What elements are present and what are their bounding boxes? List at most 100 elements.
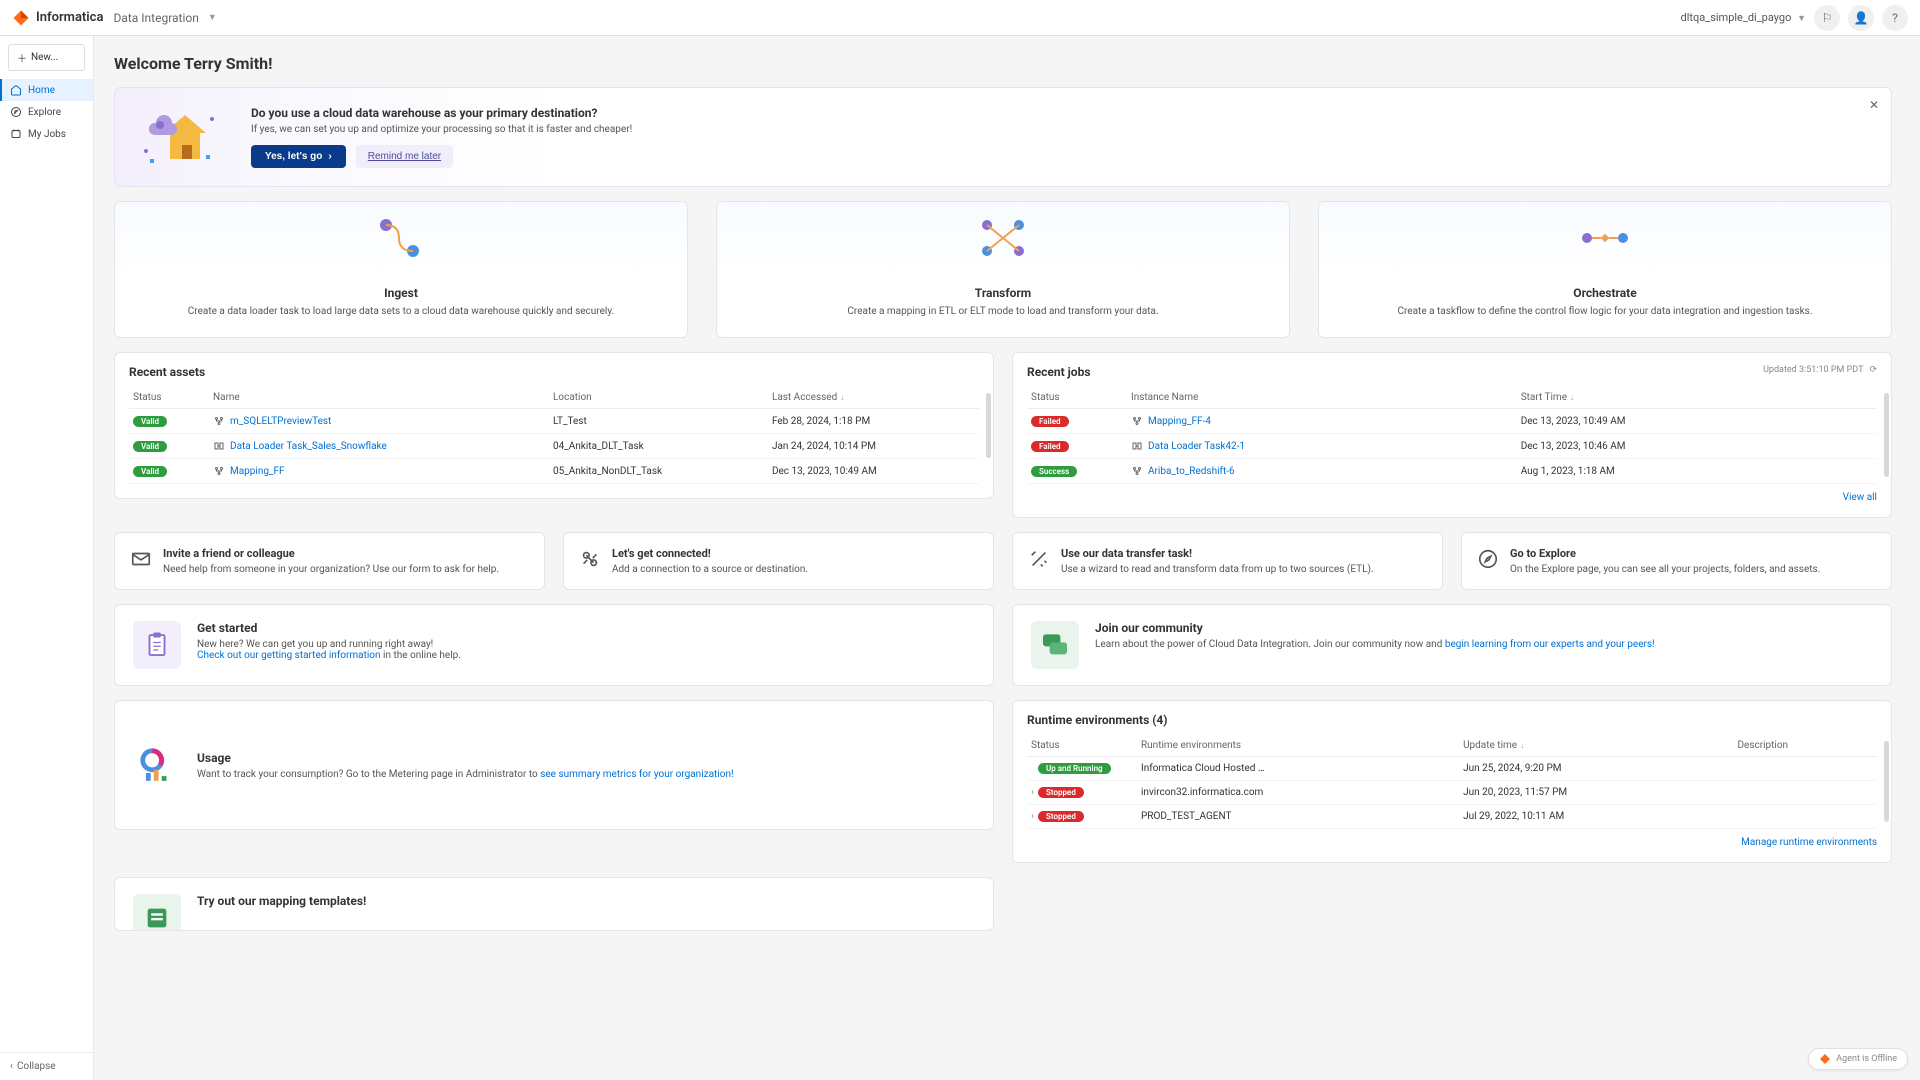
panel-title: Recent jobs [1027,365,1877,379]
accessed-cell: Jan 24, 2024, 10:14 PM [768,434,979,459]
scrollbar[interactable] [986,393,991,458]
chevron-down-icon: ▼ [208,12,217,23]
card-invite[interactable]: Invite a friend or colleagueNeed help fr… [114,532,545,590]
expand-icon[interactable]: › [1031,787,1034,798]
status-badge: Valid [133,441,167,452]
asset-link[interactable]: Data Loader Task_Sales_Snowflake [230,441,387,452]
status-badge: Valid [133,416,167,427]
card-explore[interactable]: Go to ExploreOn the Explore page, you ca… [1461,532,1892,590]
table-row[interactable]: ›Up and RunningInformatica Cloud Hosted … [1027,757,1877,781]
expand-icon[interactable]: › [1031,811,1034,822]
scrollbar[interactable] [1884,393,1889,477]
env-cell: invircon32.informatica.com [1137,781,1459,805]
table-row[interactable]: SuccessAriba_to_Redshift-6Aug 1, 2023, 1… [1027,459,1877,484]
env-cell: PROD_TEST_AGENT [1137,805,1459,829]
col-location[interactable]: Location [549,387,768,409]
recent-assets-panel: Recent assets Status Name Location Last … [114,352,994,499]
col-env[interactable]: Runtime environments [1137,735,1459,757]
agent-status-pill[interactable]: Agent is Offline [1808,1048,1908,1070]
chevron-down-icon: ▼ [1797,14,1806,24]
col-name[interactable]: Name [209,387,549,409]
recent-jobs-table: Status Instance Name Start Time↓ FailedM… [1027,387,1877,484]
panel-title: Runtime environments (4) [1027,713,1877,727]
asset-link[interactable]: Mapping_FF [230,466,285,477]
new-button[interactable]: ＋New... [8,44,85,71]
recent-jobs-panel: Recent jobs Updated 3:51:10 PM PDT⟳ Stat… [1012,352,1892,518]
table-row[interactable]: ›StoppedPROD_TEST_AGENTJul 29, 2022, 10:… [1027,805,1877,829]
col-accessed[interactable]: Last Accessed↓ [768,387,979,409]
desc-cell [1733,757,1877,781]
card-title: Get started [197,621,975,635]
sidebar-item-myjobs[interactable]: My Jobs [0,123,93,145]
job-link[interactable]: Mapping_FF-4 [1148,416,1211,427]
asset-link[interactable]: m_SQLELTPreviewTest [230,416,331,427]
col-desc[interactable]: Description [1733,735,1877,757]
updated-cell: Jul 29, 2022, 10:11 AM [1459,805,1733,829]
tile-transform[interactable]: Transform Create a mapping in ETL or ELT… [716,201,1290,338]
sidebar-item-label: Explore [28,107,61,118]
card-title: Go to Explore [1510,547,1877,560]
chevron-right-icon: › [328,151,331,162]
col-status[interactable]: Status [1027,735,1137,757]
close-icon[interactable]: ✕ [1869,98,1879,112]
job-link[interactable]: Ariba_to_Redshift-6 [1148,466,1235,477]
app-name[interactable]: Data Integration [113,11,198,25]
sidebar-item-label: My Jobs [28,129,66,140]
user-icon[interactable]: 👤 [1848,5,1874,31]
table-row[interactable]: Validm_SQLELTPreviewTestLT_TestFeb 28, 2… [129,409,979,434]
table-row[interactable]: FailedMapping_FF-4Dec 13, 2023, 10:49 AM [1027,409,1877,434]
col-status[interactable]: Status [129,387,209,409]
runtime-panel: Runtime environments (4) Status Runtime … [1012,700,1892,863]
sidebar-item-label: Home [28,85,55,96]
sidebar-item-home[interactable]: Home [0,79,93,101]
usage-link[interactable]: see summary metrics for your organizatio… [540,769,733,780]
col-start[interactable]: Start Time↓ [1517,387,1877,409]
sidebar-item-explore[interactable]: Explore [0,101,93,123]
col-status[interactable]: Status [1027,387,1127,409]
col-updated[interactable]: Update time↓ [1459,735,1733,757]
card-connected[interactable]: Let's get connected!Add a connection to … [563,532,994,590]
card-title: Join our community [1095,621,1873,635]
refresh-icon[interactable]: ⟳ [1869,365,1877,375]
card-desc: Add a connection to a source or destinat… [612,564,979,575]
card-desc: Learn about the power of Cloud Data Inte… [1095,639,1873,650]
remind-later-button[interactable]: Remind me later [356,145,453,168]
table-row[interactable]: ValidData Loader Task_Sales_Snowflake04_… [129,434,979,459]
sort-down-icon: ↓ [1520,741,1524,750]
job-link[interactable]: Data Loader Task42-1 [1148,441,1245,452]
collapse-button[interactable]: ‹Collapse [0,1052,93,1080]
ingest-illustration [115,202,687,274]
cdw-banner: Do you use a cloud data warehouse as you… [114,87,1892,187]
logo[interactable]: Informatica Data Integration ▼ [12,9,217,27]
notification-icon[interactable]: ⚐ [1814,5,1840,31]
card-desc: New here? We can get you up and running … [197,639,975,661]
tile-desc: Create a taskflow to define the control … [1319,306,1891,317]
panel-title: Recent assets [129,365,979,379]
card-transfer[interactable]: Use our data transfer task!Use a wizard … [1012,532,1443,590]
help-icon[interactable]: ? [1882,5,1908,31]
brand-text: Informatica [36,10,103,25]
jobs-icon [10,128,22,140]
orchestrate-illustration [1319,202,1891,274]
start-cell: Dec 13, 2023, 10:49 AM [1517,409,1877,434]
template-icon [133,894,181,931]
table-row[interactable]: FailedData Loader Task42-1Dec 13, 2023, … [1027,434,1877,459]
yes-lets-go-button[interactable]: Yes, let's go› [251,145,346,168]
view-all-link[interactable]: View all [1843,492,1877,503]
sort-down-icon: ↓ [1570,393,1574,402]
accessed-cell: Feb 28, 2024, 1:18 PM [768,409,979,434]
scrollbar[interactable] [1884,741,1889,822]
get-started-card: Get started New here? We can get you up … [114,604,994,686]
org-selector[interactable]: dltqa_simple_di_paygo ▼ [1681,11,1806,24]
get-started-link[interactable]: Check out our getting started informatio… [197,650,381,661]
community-link[interactable]: begin learning from our experts and your… [1445,639,1655,650]
col-instance[interactable]: Instance Name [1127,387,1517,409]
manage-runtime-link[interactable]: Manage runtime environments [1741,837,1877,848]
table-row[interactable]: ›Stoppedinvircon32.informatica.comJun 20… [1027,781,1877,805]
updated-cell: Jun 25, 2024, 9:20 PM [1459,757,1733,781]
tile-ingest[interactable]: Ingest Create a data loader task to load… [114,201,688,338]
table-row[interactable]: ValidMapping_FF05_Ankita_NonDLT_TaskDec … [129,459,979,484]
card-desc: Want to track your consumption? Go to th… [197,769,975,780]
tile-orchestrate[interactable]: Orchestrate Create a taskflow to define … [1318,201,1892,338]
tile-desc: Create a data loader task to load large … [115,306,687,317]
